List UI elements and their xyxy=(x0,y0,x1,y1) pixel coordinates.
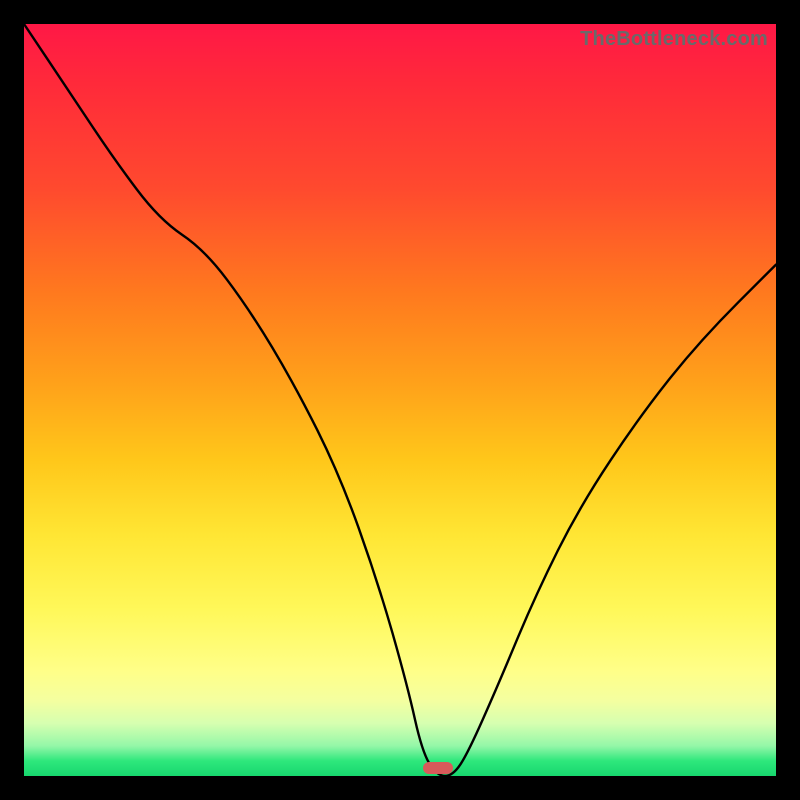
bottleneck-curve xyxy=(24,24,776,776)
optimal-range-marker xyxy=(423,762,453,774)
chart-frame: TheBottleneck.com xyxy=(0,0,800,800)
plot-area: TheBottleneck.com xyxy=(24,24,776,776)
